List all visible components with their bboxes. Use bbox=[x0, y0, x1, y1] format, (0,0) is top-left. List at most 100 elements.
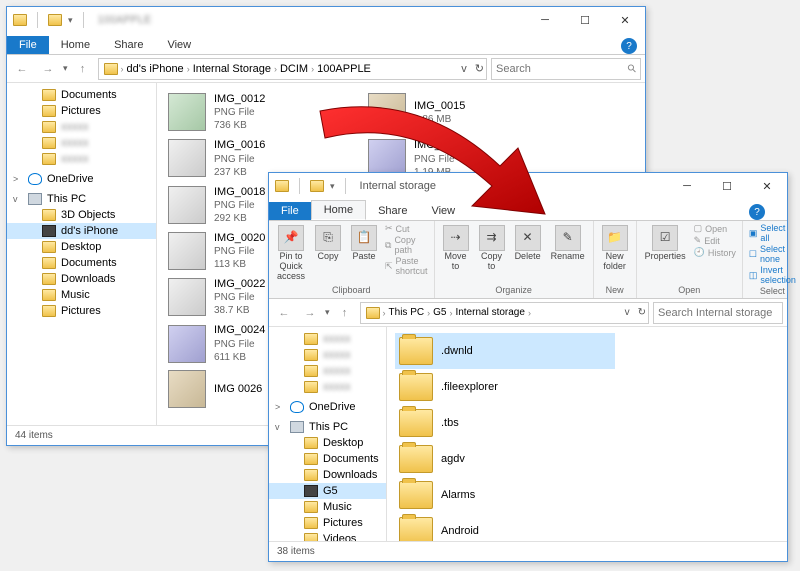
folder-item[interactable]: .tbs bbox=[395, 405, 615, 441]
nav-tree[interactable]: DocumentsPicturesxxxxxxxxxxxxxxx>OneDriv… bbox=[7, 83, 157, 425]
nav-item[interactable]: xxxxx bbox=[269, 331, 386, 347]
close-button[interactable]: ✕ bbox=[747, 173, 787, 199]
nav-item[interactable]: xxxxx bbox=[269, 347, 386, 363]
copy-to-button[interactable]: ⇉Copy to bbox=[477, 223, 507, 274]
help-icon[interactable]: ? bbox=[621, 38, 637, 54]
dropdown-icon[interactable]: v bbox=[621, 307, 634, 318]
folder-list[interactable]: .dwnld.fileexplorer.tbsagdvAlarmsAndroid… bbox=[387, 327, 787, 541]
open-button[interactable]: ▢ Open bbox=[694, 223, 728, 234]
nav-item[interactable]: Pictures bbox=[269, 515, 386, 531]
qat-dropdown-icon[interactable]: ▾ bbox=[330, 181, 335, 192]
edit-button[interactable]: ✎ Edit bbox=[694, 235, 720, 246]
thumbnail-icon bbox=[168, 370, 206, 408]
close-button[interactable]: ✕ bbox=[605, 7, 645, 33]
folder-icon bbox=[304, 333, 318, 345]
copy-path-button[interactable]: ⧉ Copy path bbox=[385, 235, 428, 255]
tab-share[interactable]: Share bbox=[366, 202, 419, 220]
nav-item[interactable]: Documents bbox=[7, 87, 156, 103]
paste-shortcut-button[interactable]: ⇱ Paste shortcut bbox=[385, 256, 428, 276]
paste-button[interactable]: 📋Paste bbox=[349, 223, 379, 264]
nav-item[interactable]: G5 bbox=[269, 483, 386, 499]
ribbon: 📌Pin to Quick access ⎘Copy 📋Paste ✂ Cut … bbox=[269, 221, 787, 299]
maximize-button[interactable]: ☐ bbox=[707, 173, 747, 199]
nav-back-button[interactable]: ← bbox=[273, 302, 295, 324]
nav-item[interactable]: xxxxx bbox=[7, 119, 156, 135]
cut-button[interactable]: ✂ Cut bbox=[385, 223, 410, 234]
nav-item[interactable]: xxxxx bbox=[269, 379, 386, 395]
folder-item[interactable]: agdv bbox=[395, 441, 615, 477]
nav-item[interactable]: dd's iPhone bbox=[7, 223, 156, 239]
nav-forward-button[interactable]: → bbox=[299, 302, 321, 324]
nav-item[interactable]: xxxxx bbox=[7, 151, 156, 167]
nav-item[interactable]: >OneDrive bbox=[7, 171, 156, 187]
cloud-icon bbox=[290, 401, 304, 413]
nav-item[interactable]: vThis PC bbox=[269, 419, 386, 435]
maximize-button[interactable]: ☐ bbox=[565, 7, 605, 33]
invert-selection-button[interactable]: ◫ Invert selection bbox=[749, 265, 796, 285]
tab-view[interactable]: View bbox=[419, 202, 467, 220]
breadcrumb[interactable]: › This PC› G5› Internal storage› v ↻ bbox=[360, 302, 649, 324]
select-none-button[interactable]: ☐ Select none bbox=[749, 244, 796, 264]
tab-home[interactable]: Home bbox=[311, 200, 366, 220]
folder-item[interactable]: .fileexplorer bbox=[395, 369, 615, 405]
tab-file[interactable]: File bbox=[7, 36, 49, 54]
file-item[interactable]: IMG_00156.86 MB bbox=[365, 89, 565, 135]
select-all-button[interactable]: ▣ Select all bbox=[749, 223, 796, 243]
nav-item[interactable]: xxxxx bbox=[7, 135, 156, 151]
thumbnail-icon bbox=[168, 278, 206, 316]
folder-icon bbox=[42, 305, 56, 317]
nav-up-button[interactable]: ↑ bbox=[72, 58, 94, 80]
tab-view[interactable]: View bbox=[155, 36, 203, 54]
explorer-window-target: ▾ Internal storage ─ ☐ ✕ File Home Share… bbox=[268, 172, 788, 562]
pin-quickaccess-button[interactable]: 📌Pin to Quick access bbox=[275, 223, 307, 284]
tab-file[interactable]: File bbox=[269, 202, 311, 220]
refresh-icon[interactable]: ↻ bbox=[475, 62, 484, 75]
nav-item[interactable]: 3D Objects bbox=[7, 207, 156, 223]
nav-item[interactable]: Documents bbox=[269, 451, 386, 467]
nav-item[interactable]: Desktop bbox=[269, 435, 386, 451]
folder-item[interactable]: Alarms bbox=[395, 477, 615, 513]
nav-back-button[interactable]: ← bbox=[11, 58, 33, 80]
search-input[interactable]: ⚲ bbox=[491, 58, 641, 80]
search-input[interactable] bbox=[653, 302, 783, 324]
help-icon[interactable]: ? bbox=[749, 204, 765, 220]
minimize-button[interactable]: ─ bbox=[525, 7, 565, 33]
file-item[interactable]: IMG_0012PNG File736 KB bbox=[165, 89, 365, 135]
properties-button[interactable]: ☑Properties bbox=[643, 223, 688, 264]
folder-item[interactable]: Android bbox=[395, 513, 615, 541]
nav-item[interactable]: xxxxx bbox=[269, 363, 386, 379]
minimize-button[interactable]: ─ bbox=[667, 173, 707, 199]
nav-item[interactable]: Pictures bbox=[7, 303, 156, 319]
history-button[interactable]: 🕘 History bbox=[694, 247, 736, 258]
rename-button[interactable]: ✎Rename bbox=[549, 223, 587, 264]
nav-item[interactable]: vThis PC bbox=[7, 191, 156, 207]
refresh-icon[interactable]: ↻ bbox=[638, 307, 646, 318]
tab-share[interactable]: Share bbox=[102, 36, 155, 54]
folder-icon bbox=[13, 14, 27, 26]
copy-button[interactable]: ⎘Copy bbox=[313, 223, 343, 264]
nav-item[interactable]: Downloads bbox=[7, 271, 156, 287]
folder-item[interactable]: .dwnld bbox=[395, 333, 615, 369]
delete-button[interactable]: ✕Delete bbox=[513, 223, 543, 264]
qat-dropdown-icon[interactable]: ▾ bbox=[68, 15, 73, 26]
nav-item[interactable]: Music bbox=[7, 287, 156, 303]
tab-home[interactable]: Home bbox=[49, 36, 102, 54]
nav-forward-button[interactable]: → bbox=[37, 58, 59, 80]
breadcrumb[interactable]: › dd's iPhone› Internal Storage› DCIM› 1… bbox=[98, 58, 487, 80]
nav-item[interactable]: >OneDrive bbox=[269, 399, 386, 415]
pc-icon bbox=[290, 421, 304, 433]
move-to-button[interactable]: ⇢Move to bbox=[441, 223, 471, 274]
history-dropdown-icon[interactable]: ▾ bbox=[325, 307, 330, 318]
nav-tree[interactable]: xxxxxxxxxxxxxxxxxxxx>OneDrivevThis PCDes… bbox=[269, 327, 387, 541]
nav-item[interactable]: Downloads bbox=[269, 467, 386, 483]
menu-tabs: File Home Share View ? bbox=[7, 33, 645, 55]
nav-item[interactable]: Desktop bbox=[7, 239, 156, 255]
nav-item[interactable]: Music bbox=[269, 499, 386, 515]
history-dropdown-icon[interactable]: ▾ bbox=[63, 63, 68, 74]
nav-item[interactable]: Videos bbox=[269, 531, 386, 541]
new-folder-button[interactable]: 📁New folder bbox=[600, 223, 630, 274]
nav-item[interactable]: Documents bbox=[7, 255, 156, 271]
nav-item[interactable]: Pictures bbox=[7, 103, 156, 119]
dropdown-icon[interactable]: v bbox=[457, 63, 471, 75]
nav-up-button[interactable]: ↑ bbox=[334, 302, 356, 324]
